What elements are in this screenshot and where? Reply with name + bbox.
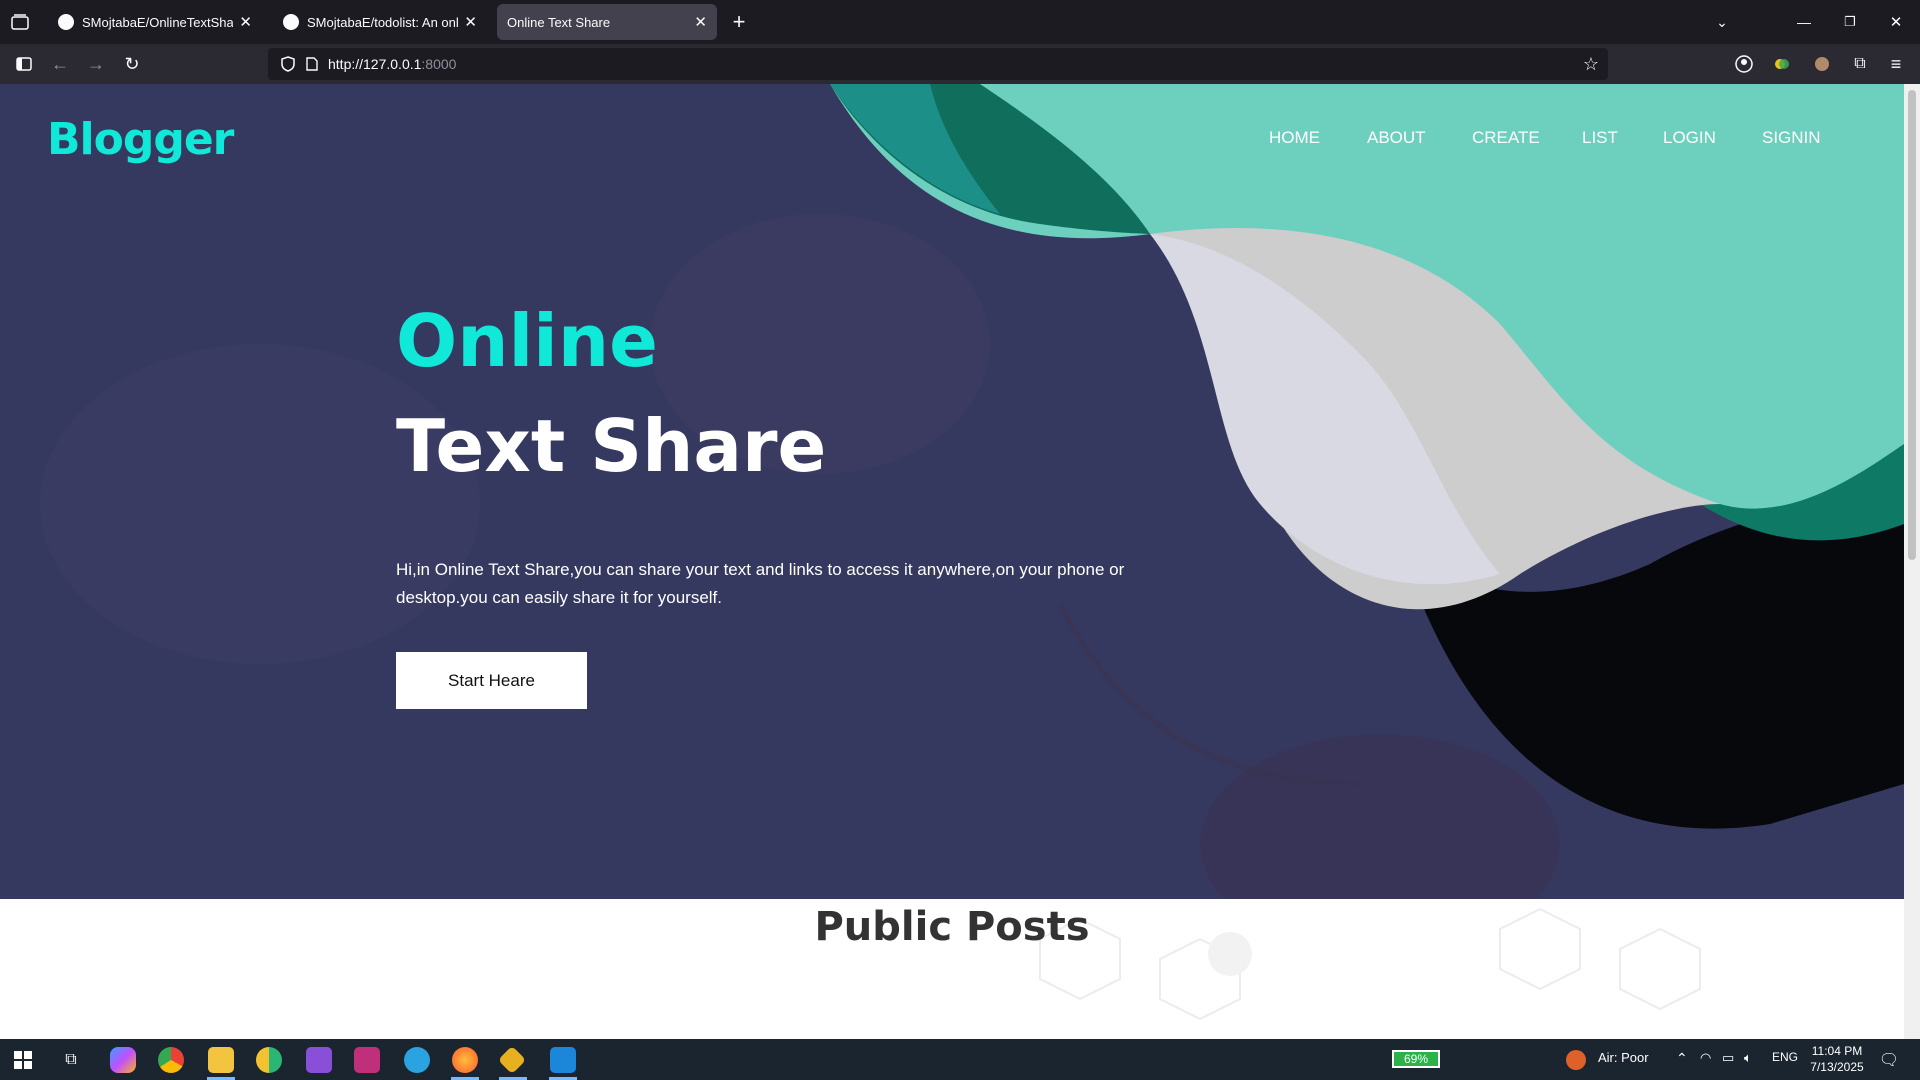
time-text: 11:04 PM — [1811, 1044, 1863, 1058]
page-scrollbar[interactable] — [1904, 84, 1920, 1039]
site-logo[interactable]: Blogger — [47, 114, 234, 165]
section-title-public-posts: Public Posts — [814, 904, 1090, 950]
file-explorer-icon[interactable] — [208, 1047, 234, 1073]
nav-login[interactable]: LOGIN — [1663, 128, 1716, 148]
hero-wave-shapes — [40, 84, 1904, 899]
hero-title-online: Online — [396, 299, 658, 383]
notification-icon[interactable]: 🗨︎ — [1878, 1049, 1900, 1071]
windows-taskbar: ⧉ 69% Air: Poor ⌃ ◠ ▭ 🔈︎ ENG 11:04 PM 7/… — [0, 1039, 1920, 1080]
copilot-icon[interactable] — [110, 1047, 136, 1073]
nav-about[interactable]: ABOUT — [1367, 128, 1426, 148]
wifi-icon[interactable]: ◠ — [1700, 1050, 1711, 1066]
terminal-app-icon[interactable] — [354, 1047, 380, 1073]
language-indicator[interactable]: ENG — [1772, 1050, 1798, 1064]
close-tab-icon[interactable]: ✕ — [464, 13, 477, 31]
reload-icon[interactable]: ↻ — [120, 52, 144, 76]
sidebar-icon[interactable] — [12, 52, 36, 76]
browser-tab-bar: SMojtabaE/OnlineTextShare: A ✕ SMojtabaE… — [0, 0, 1920, 44]
address-bar[interactable]: http://127.0.0.1:8000 ☆ — [268, 48, 1608, 80]
tab-online-text-share[interactable]: Online Text Share ✕ — [497, 4, 717, 40]
task-view-icon[interactable]: ⧉ — [58, 1047, 84, 1073]
clock[interactable]: 11:04 PM 7/13/2025 — [1806, 1043, 1868, 1075]
web-page: Blogger HOME ABOUT CREATE LIST LOGIN SIG… — [0, 84, 1904, 1039]
tab-title: SMojtabaE/OnlineTextShare: A — [82, 14, 234, 30]
back-icon[interactable]: ← — [48, 52, 72, 76]
forward-icon[interactable]: → — [84, 52, 108, 76]
scrollbar-thumb[interactable] — [1908, 90, 1916, 560]
weather-icon[interactable] — [1566, 1050, 1586, 1070]
telegram-icon[interactable] — [404, 1047, 430, 1073]
shield-icon[interactable] — [278, 54, 298, 74]
close-window-icon[interactable]: ✕ — [1884, 10, 1908, 34]
minimize-icon[interactable]: — — [1792, 10, 1816, 34]
windows-start-icon[interactable] — [10, 1047, 36, 1073]
colorful-app-icon[interactable] — [256, 1047, 282, 1073]
weather-text[interactable]: Air: Poor — [1598, 1050, 1649, 1065]
vscode-icon[interactable] — [550, 1047, 576, 1073]
menu-icon[interactable]: ≡ — [1884, 52, 1908, 76]
url-text: http://127.0.0.1:8000 — [328, 56, 457, 72]
github-icon — [58, 14, 74, 30]
volume-icon[interactable]: 🔈︎ — [1744, 1050, 1752, 1066]
tab-list-icon[interactable] — [8, 10, 32, 34]
battery-indicator[interactable]: 69% — [1392, 1050, 1440, 1068]
page-icon[interactable] — [302, 54, 322, 74]
tab-title: Online Text Share — [507, 14, 611, 30]
extension-color-icon[interactable] — [1770, 52, 1794, 76]
hero-section: Blogger HOME ABOUT CREATE LIST LOGIN SIG… — [0, 84, 1904, 899]
git-app-icon[interactable] — [497, 1045, 527, 1075]
nav-create[interactable]: CREATE — [1472, 128, 1540, 148]
close-tab-icon[interactable]: ✕ — [239, 13, 252, 31]
firefox-icon[interactable] — [452, 1047, 478, 1073]
account-icon[interactable] — [1732, 52, 1756, 76]
start-button[interactable]: Start Heare — [396, 652, 587, 709]
date-text: 7/13/2025 — [1810, 1060, 1864, 1074]
chevron-down-icon[interactable]: ⌄ — [1710, 10, 1734, 34]
battery-icon[interactable]: ▭ — [1722, 1050, 1734, 1066]
hero-description: Hi,in Online Text Share,you can share yo… — [396, 560, 1125, 607]
tab-github-onlinetextshare[interactable]: SMojtabaE/OnlineTextShare: A ✕ — [48, 4, 262, 40]
close-tab-icon[interactable]: ✕ — [694, 13, 707, 31]
hero-title-text-share: Text Share — [396, 404, 827, 488]
restore-icon[interactable]: ❐ — [1838, 10, 1862, 34]
nav-signin[interactable]: SIGNIN — [1762, 128, 1821, 148]
browser-toolbar: ← → ↻ http://127.0.0.1:8000 ☆ ⧉ ≡ — [0, 44, 1920, 84]
new-tab-icon[interactable]: + — [727, 9, 751, 34]
extensions-puzzle-icon[interactable]: ⧉ — [1848, 52, 1872, 76]
bookmark-star-icon[interactable]: ☆ — [1581, 54, 1601, 74]
visual-studio-icon[interactable] — [306, 1047, 332, 1073]
chevron-up-icon[interactable]: ⌃ — [1676, 1050, 1688, 1067]
tab-github-todolist[interactable]: SMojtabaE/todolist: An online T ✕ — [273, 4, 487, 40]
nav-home[interactable]: HOME — [1269, 128, 1320, 148]
tab-title: SMojtabaE/todolist: An online T — [307, 14, 459, 30]
battery-percent: 69% — [1403, 1052, 1429, 1066]
github-icon — [283, 14, 299, 30]
nav-list[interactable]: LIST — [1582, 128, 1618, 148]
extension-avatar-icon[interactable] — [1810, 52, 1834, 76]
chrome-icon[interactable] — [158, 1047, 184, 1073]
